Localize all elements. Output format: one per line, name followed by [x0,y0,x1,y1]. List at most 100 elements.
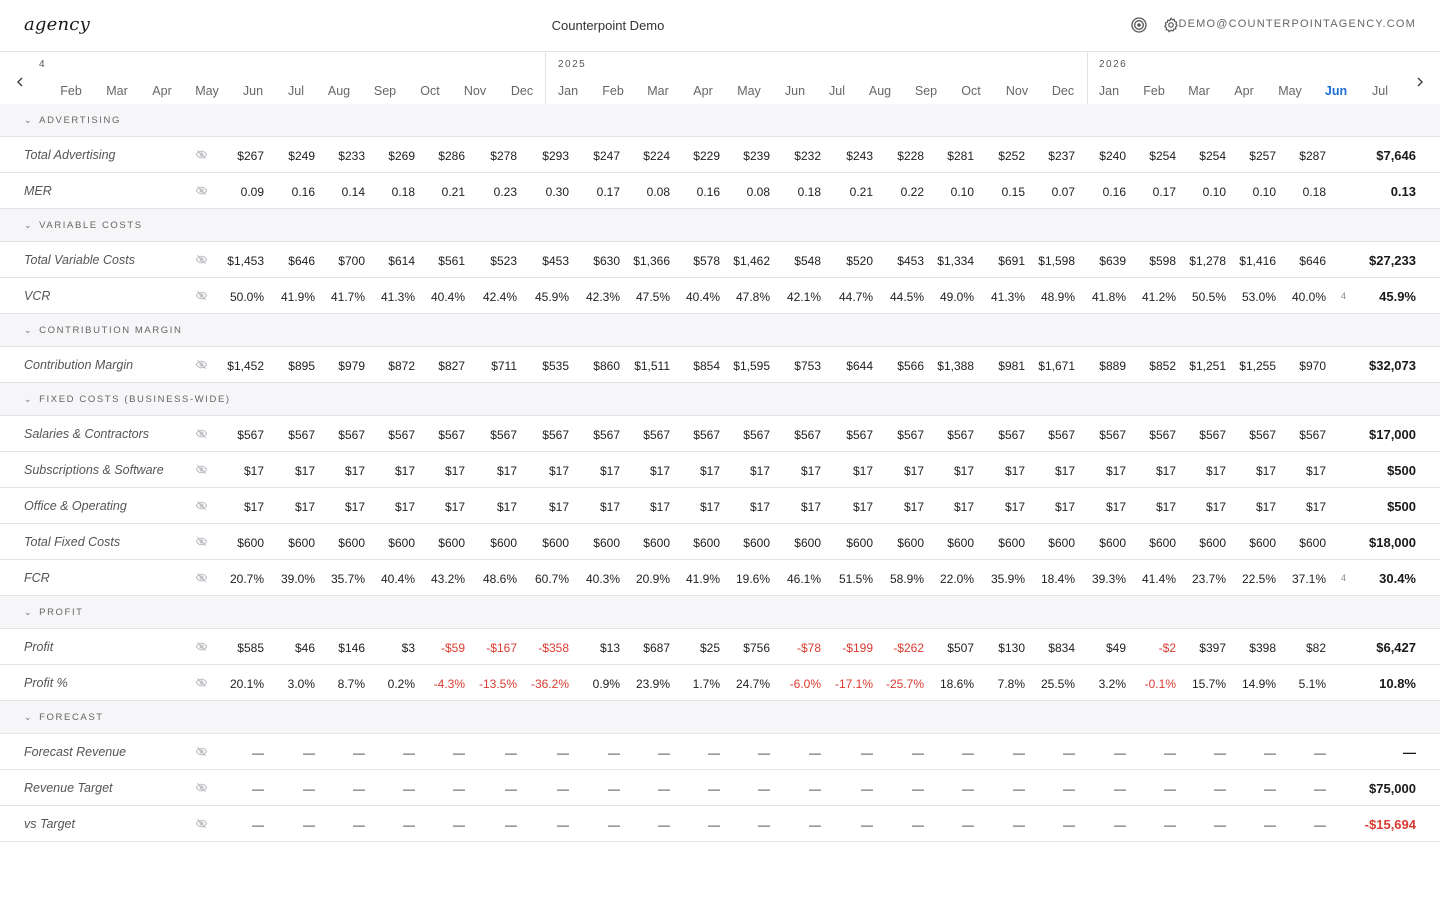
table-cell[interactable]: $17 [1120,500,1176,514]
table-cell[interactable]: $567 [664,428,720,442]
table-cell[interactable]: $598 [1120,254,1176,268]
table-cell[interactable]: $17 [868,500,924,514]
table-cell[interactable]: $130 [969,641,1025,655]
table-cell[interactable]: $600 [614,536,670,550]
table-cell[interactable]: — [1019,746,1075,760]
table-cell[interactable]: $567 [1120,428,1176,442]
table-cell[interactable]: $567 [359,428,415,442]
table-cell[interactable]: 60.7% [513,572,569,586]
table-cell[interactable]: $600 [409,536,465,550]
table-cell[interactable]: $17 [969,500,1025,514]
table-cell[interactable]: — [817,818,873,832]
table-cell[interactable]: 20.7% [208,572,264,586]
table-cell[interactable]: $13 [564,641,620,655]
table-cell[interactable]: $600 [868,536,924,550]
table-cell[interactable]: $567 [1220,428,1276,442]
table-cell[interactable]: 0.17 [564,185,620,199]
table-cell[interactable]: $17 [564,464,620,478]
table-cell[interactable]: $834 [1019,641,1075,655]
table-cell[interactable]: — [1270,782,1326,796]
table-cell[interactable]: $398 [1220,641,1276,655]
table-cell[interactable]: $567 [1070,428,1126,442]
table-cell[interactable]: — [918,818,974,832]
table-cell[interactable]: $237 [1019,149,1075,163]
table-cell[interactable]: 44.7% [817,290,873,304]
table-cell[interactable]: — [1270,746,1326,760]
table-cell[interactable]: $17 [513,500,569,514]
table-cell[interactable]: 49.0% [918,290,974,304]
table-cell[interactable]: $600 [714,536,770,550]
previous-period-button[interactable] [12,74,28,90]
table-cell[interactable]: $889 [1070,359,1126,373]
table-cell[interactable]: $267 [208,149,264,163]
section-header[interactable]: ⌄ FIXED COSTS (BUSINESS-WIDE) [0,383,1440,416]
table-cell[interactable]: -$2 [1120,641,1176,655]
table-cell[interactable]: 0.21 [409,185,465,199]
table-cell[interactable]: $561 [409,254,465,268]
table-cell[interactable]: — [1019,782,1075,796]
table-cell[interactable]: — [309,818,365,832]
table-cell[interactable]: — [1070,746,1126,760]
table-cell[interactable]: 41.7% [309,290,365,304]
table-cell[interactable]: — [817,782,873,796]
table-cell[interactable]: $17 [309,464,365,478]
table-cell[interactable]: $239 [714,149,770,163]
table-cell[interactable]: $753 [765,359,821,373]
table-cell[interactable]: 39.3% [1070,572,1126,586]
table-cell[interactable]: 0.22 [868,185,924,199]
table-cell[interactable]: $293 [513,149,569,163]
table-cell[interactable]: $17 [1270,500,1326,514]
month-tab[interactable]: Apr [693,84,712,98]
table-cell[interactable]: $600 [1270,536,1326,550]
hide-row-icon[interactable] [195,358,209,372]
table-cell[interactable]: $17 [664,464,720,478]
table-cell[interactable]: $852 [1120,359,1176,373]
table-cell[interactable]: $453 [513,254,569,268]
table-cell[interactable]: — [359,818,415,832]
table-cell[interactable]: 48.6% [461,572,517,586]
table-cell[interactable]: $82 [1270,641,1326,655]
table-cell[interactable]: $827 [409,359,465,373]
section-header[interactable]: ⌄ PROFIT [0,596,1440,629]
table-cell[interactable]: $17 [359,500,415,514]
table-cell[interactable]: 0.17 [1120,185,1176,199]
table-cell[interactable]: $585 [208,641,264,655]
table-cell[interactable]: — [359,746,415,760]
table-cell[interactable]: 23.9% [614,677,670,691]
table-cell[interactable]: — [208,746,264,760]
table-cell[interactable]: $17 [359,464,415,478]
table-cell[interactable]: $600 [208,536,264,550]
hide-row-icon[interactable] [195,676,209,690]
section-header[interactable]: ⌄ ADVERTISING [0,104,1440,137]
month-tab[interactable]: Aug [869,84,891,98]
table-cell[interactable]: $269 [359,149,415,163]
table-cell[interactable]: $229 [664,149,720,163]
table-cell[interactable]: 39.0% [259,572,315,586]
hide-row-icon[interactable] [195,427,209,441]
section-toggle[interactable]: ⌄ FORECAST [24,712,104,723]
table-cell[interactable]: 41.3% [359,290,415,304]
table-cell[interactable]: -25.7% [868,677,924,691]
table-cell[interactable]: 45.9% [513,290,569,304]
table-cell[interactable]: $872 [359,359,415,373]
table-cell[interactable]: $17 [918,500,974,514]
table-cell[interactable]: $567 [868,428,924,442]
table-cell[interactable]: 42.1% [765,290,821,304]
month-tab[interactable]: Jun [785,84,805,98]
table-cell[interactable]: 42.3% [564,290,620,304]
table-cell[interactable]: $567 [817,428,873,442]
table-cell[interactable]: 40.4% [359,572,415,586]
table-cell[interactable]: -$167 [461,641,517,655]
table-cell[interactable]: $252 [969,149,1025,163]
table-cell[interactable]: — [1220,746,1276,760]
table-cell[interactable]: — [614,746,670,760]
table-cell[interactable]: $17 [208,464,264,478]
table-cell[interactable]: $17 [765,500,821,514]
table-cell[interactable]: $17 [817,500,873,514]
table-cell[interactable]: 0.08 [714,185,770,199]
table-cell[interactable]: — [714,782,770,796]
section-header[interactable]: ⌄ FORECAST [0,701,1440,734]
table-cell[interactable]: 8.7% [309,677,365,691]
table-cell[interactable]: $254 [1170,149,1226,163]
table-cell[interactable]: — [1220,818,1276,832]
